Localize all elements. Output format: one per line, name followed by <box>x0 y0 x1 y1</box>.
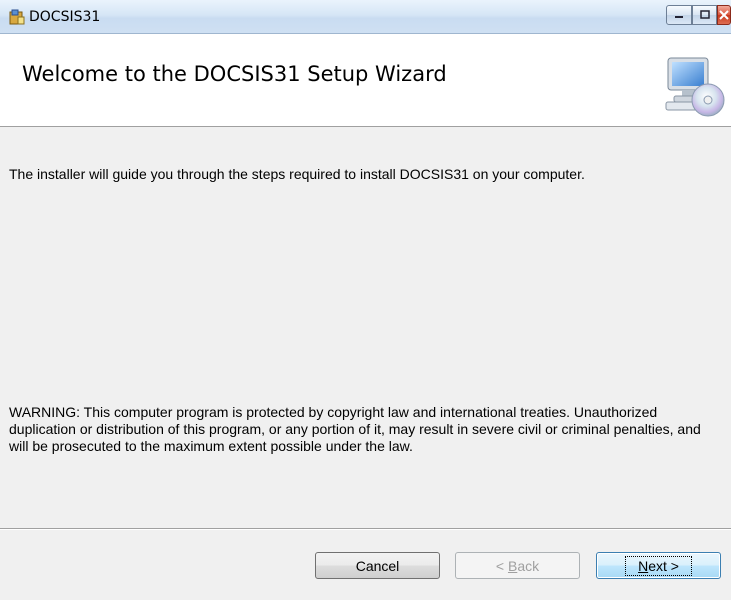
back-accelerator: B <box>507 557 518 574</box>
installer-icon <box>9 9 25 25</box>
maximize-button[interactable] <box>692 5 717 25</box>
back-button[interactable]: < Back <box>455 552 580 579</box>
next-label: Next > <box>625 555 692 576</box>
intro-text: The installer will guide you through the… <box>9 166 585 182</box>
copyright-warning: WARNING: This computer program is protec… <box>9 404 701 454</box>
footer-divider <box>0 528 731 530</box>
cancel-button[interactable]: Cancel <box>315 552 440 579</box>
maximize-icon <box>699 10 710 19</box>
setup-window: DOCSIS31 Welcome to the DOCSIS31 Setup W… <box>0 0 731 600</box>
next-accelerator: N <box>638 557 649 574</box>
close-icon <box>719 10 729 20</box>
header-banner: Welcome to the DOCSIS31 Setup Wizard <box>0 34 731 127</box>
next-rest: ext > <box>648 557 679 574</box>
minimize-button[interactable] <box>666 5 692 25</box>
page-title: Welcome to the DOCSIS31 Setup Wizard <box>22 62 447 86</box>
close-button[interactable] <box>717 5 731 25</box>
minimize-icon <box>675 16 683 18</box>
back-rest: ack <box>517 557 540 574</box>
next-button[interactable]: Next > <box>596 552 721 579</box>
title-bar[interactable]: DOCSIS31 <box>0 0 731 34</box>
back-label: < Back <box>496 558 539 574</box>
computer-cd-icon <box>665 57 725 117</box>
cancel-label: Cancel <box>355 557 400 574</box>
window-title: DOCSIS31 <box>29 9 101 25</box>
back-prefix: < <box>495 557 508 574</box>
